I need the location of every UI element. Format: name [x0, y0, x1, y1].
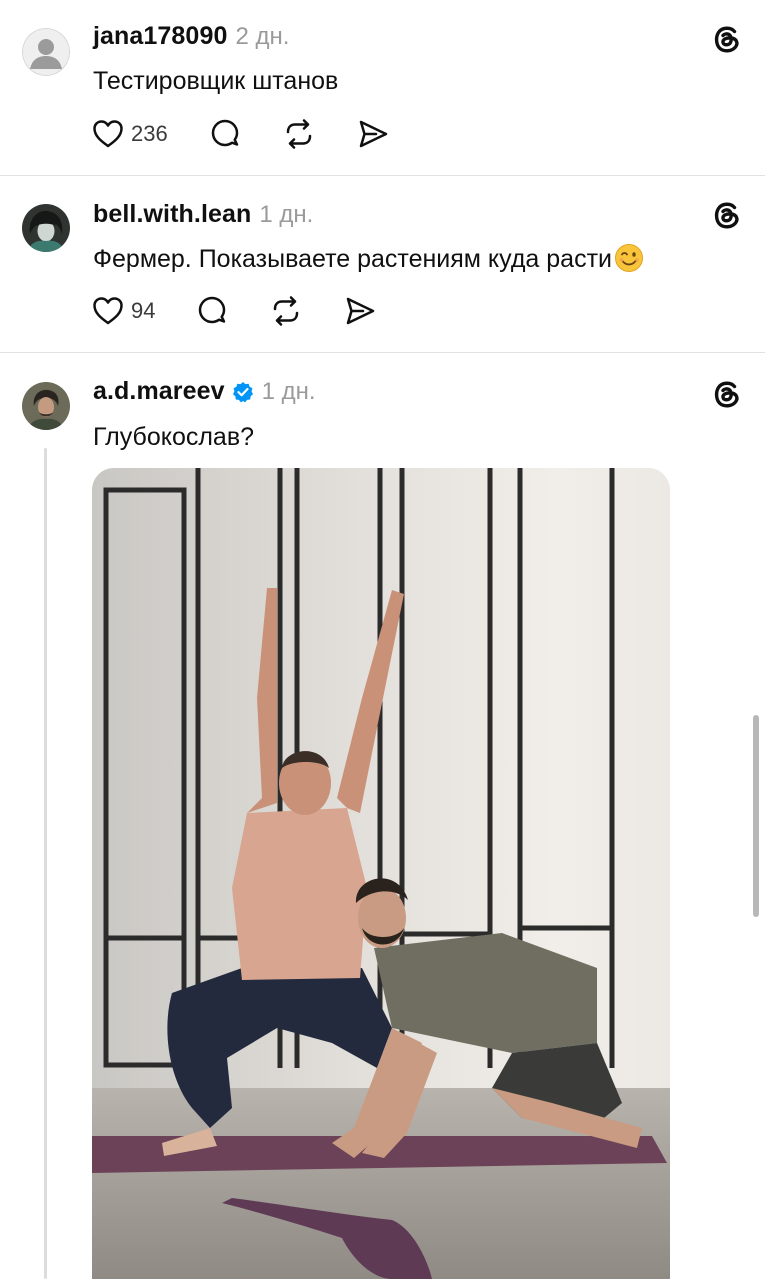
- threads-logo-icon[interactable]: [710, 377, 744, 411]
- like-count: 236: [131, 121, 168, 146]
- share-button[interactable]: [356, 117, 390, 151]
- post-text: Глубокослав?: [93, 423, 255, 451]
- avatar[interactable]: [22, 382, 70, 430]
- post-bell-with-lean[interactable]: bell.with.lean 1 дн. Фермер. Показываете…: [0, 176, 765, 354]
- comment-icon: [211, 119, 238, 147]
- post-time: 1 дн.: [259, 200, 314, 228]
- thread-line: [44, 448, 47, 1279]
- post-image-yoga-photo[interactable]: [92, 468, 670, 1279]
- post-text: Тестировщик штанов: [93, 67, 339, 95]
- like-count: 94: [131, 298, 156, 323]
- reply-button[interactable]: [195, 294, 229, 328]
- repost-icon: [274, 296, 299, 326]
- threads-logo-icon[interactable]: [710, 22, 744, 56]
- scrollbar[interactable]: [753, 715, 759, 917]
- repost-button[interactable]: [269, 294, 303, 328]
- default-avatar-icon: [22, 28, 70, 76]
- share-icon: [359, 120, 387, 148]
- post-text-line: Фермер. Показываете растениям куда расти: [93, 243, 644, 274]
- share-button[interactable]: [343, 294, 377, 328]
- username[interactable]: a.d.mareev: [93, 377, 225, 406]
- comment-icon: [199, 296, 226, 324]
- user-photo: [22, 382, 70, 430]
- threads-logo-icon[interactable]: [710, 198, 744, 232]
- avatar[interactable]: [22, 204, 70, 252]
- like-button[interactable]: 94: [91, 294, 155, 328]
- post-text: Фермер. Показываете растениям куда расти: [93, 245, 612, 273]
- winking-face-emoji: [614, 243, 644, 273]
- username[interactable]: bell.with.lean: [93, 200, 251, 229]
- user-photo: [22, 204, 70, 252]
- heart-icon: [93, 120, 123, 148]
- share-icon: [347, 297, 375, 325]
- post-jana178090[interactable]: jana178090 2 дн. Тестировщик штанов 236: [0, 0, 765, 176]
- like-button[interactable]: 236: [91, 117, 168, 151]
- heart-icon: [93, 297, 123, 325]
- post-time: 2 дн.: [235, 22, 290, 50]
- verified-badge-icon: [232, 381, 254, 403]
- reply-button[interactable]: [208, 117, 242, 151]
- repost-button[interactable]: [282, 117, 316, 151]
- avatar[interactable]: [22, 28, 70, 76]
- post-time: 1 дн.: [261, 377, 316, 405]
- username[interactable]: jana178090: [93, 22, 227, 51]
- repost-icon: [286, 119, 311, 149]
